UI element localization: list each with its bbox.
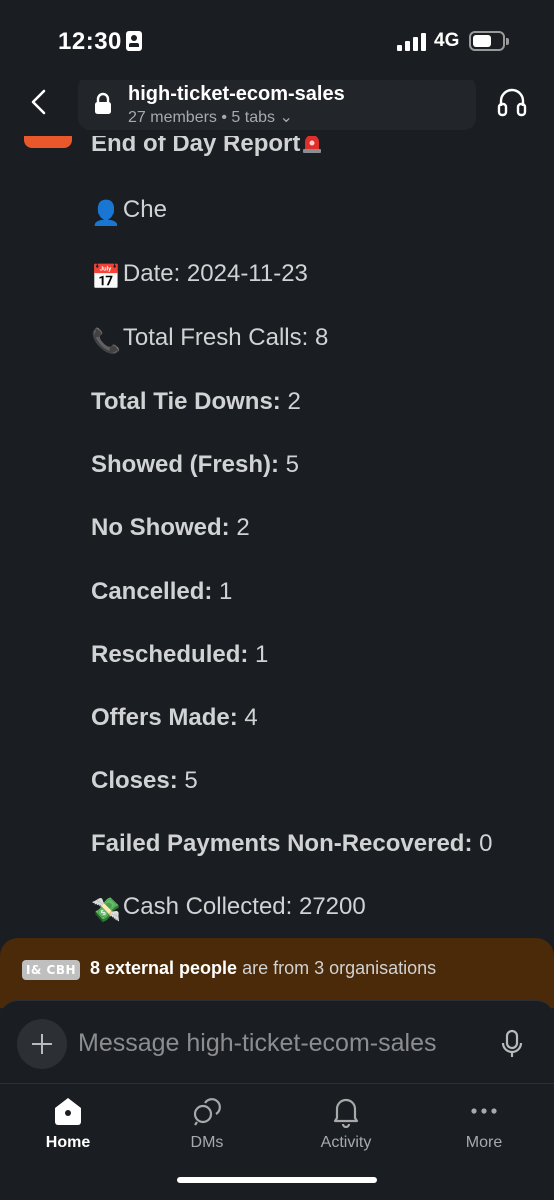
line-value: Date: 2024-11-23 (122, 260, 308, 287)
network-label: 4G (434, 30, 460, 51)
line-value: 4 (237, 704, 258, 731)
external-people-banner[interactable]: I& CBH 8 external people are from 3 orga… (0, 938, 554, 1008)
line-label: Total Tie Downs: (91, 388, 281, 415)
external-count: 8 external people (90, 958, 238, 978)
line-emoji-icon: 💸 (91, 897, 121, 924)
message-input[interactable] (78, 1025, 478, 1061)
channel-name: high-ticket-ecom-sales (128, 83, 345, 105)
home-indicator (177, 1177, 377, 1183)
line-label: Cancelled: (91, 578, 213, 605)
more-icon (471, 1108, 497, 1114)
dms-icon (193, 1098, 221, 1126)
line-value: 2 (229, 514, 250, 541)
line-label: No Showed: (91, 514, 230, 541)
channel-subtitle: 27 members • 5 tabs ⌄ (128, 109, 293, 126)
bottom-nav: Home DMs Activity More (0, 1083, 554, 1200)
nav-home[interactable]: Home (18, 1094, 118, 1164)
line-value: Cash Collected: 27200 (122, 893, 366, 920)
report-line: Cancelled: 1 (91, 578, 232, 606)
report-line: 💸Cash Collected: 27200 (91, 893, 366, 925)
line-emoji-icon: 📞 (91, 328, 121, 355)
line-value: 1 (248, 641, 269, 668)
report-line: 📞Total Fresh Calls: 8 (91, 324, 328, 356)
line-value: 5 (279, 451, 300, 478)
line-emoji-icon: 📅 (91, 264, 121, 291)
nav-more[interactable]: More (434, 1094, 534, 1164)
home-icon (55, 1098, 81, 1125)
line-value: 5 (177, 767, 198, 794)
add-attachment-button[interactable] (17, 1019, 67, 1069)
microphone-icon[interactable] (498, 1029, 526, 1059)
line-value: 0 (472, 830, 493, 857)
headphones-icon[interactable] (494, 84, 530, 120)
status-bar: 12:30 4G (0, 0, 554, 80)
nav-label-home: Home (45, 1134, 91, 1151)
line-value: Total Fresh Calls: 8 (122, 324, 329, 351)
report-line: Total Tie Downs: 2 (91, 388, 301, 416)
battery-icon (469, 31, 509, 51)
signal-icon (397, 33, 427, 51)
nav-activity[interactable]: Activity (296, 1094, 396, 1164)
contact-badge-icon (126, 31, 142, 51)
report-line: 👤Che (91, 196, 167, 228)
report-line: 📅Date: 2024-11-23 (91, 260, 308, 292)
bell-icon (333, 1098, 359, 1128)
line-label: Showed (Fresh): (91, 451, 280, 478)
line-label: Failed Payments Non-Recovered: (91, 830, 473, 857)
message-composer (0, 1000, 554, 1084)
report-line: Showed (Fresh): 5 (91, 451, 299, 479)
report-line: Failed Payments Non-Recovered: 0 (91, 830, 492, 858)
external-people-text: 8 external people are from 3 organisatio… (90, 958, 436, 979)
line-value: Che (122, 196, 167, 223)
external-orgs: are from 3 organisations (237, 958, 437, 978)
line-label: Closes: (91, 767, 178, 794)
org-badge: I& CBH (22, 960, 80, 980)
report-line: No Showed: 2 (91, 514, 250, 542)
line-value: 1 (212, 578, 233, 605)
message-list: End of Day Report 👤Che 📅Date: 2024-11-23 📞… (0, 120, 554, 940)
report-line: Closes: 5 (91, 767, 198, 795)
back-icon[interactable] (22, 84, 58, 120)
lock-icon (95, 92, 111, 114)
nav-label-activity: Activity (320, 1134, 372, 1151)
line-label: Rescheduled: (91, 641, 249, 668)
line-label: Offers Made: (91, 704, 238, 731)
nav-dms[interactable]: DMs (157, 1094, 257, 1164)
report-line: Rescheduled: 1 (91, 641, 268, 669)
status-time: 12:30 (58, 28, 122, 55)
line-value: 2 (280, 388, 301, 415)
line-emoji-icon: 👤 (91, 200, 121, 227)
nav-label-more: More (465, 1134, 503, 1151)
nav-label-dms: DMs (190, 1134, 224, 1151)
channel-info-button[interactable]: high-ticket-ecom-sales 27 members • 5 ta… (78, 76, 476, 130)
report-line: Offers Made: 4 (91, 704, 258, 732)
